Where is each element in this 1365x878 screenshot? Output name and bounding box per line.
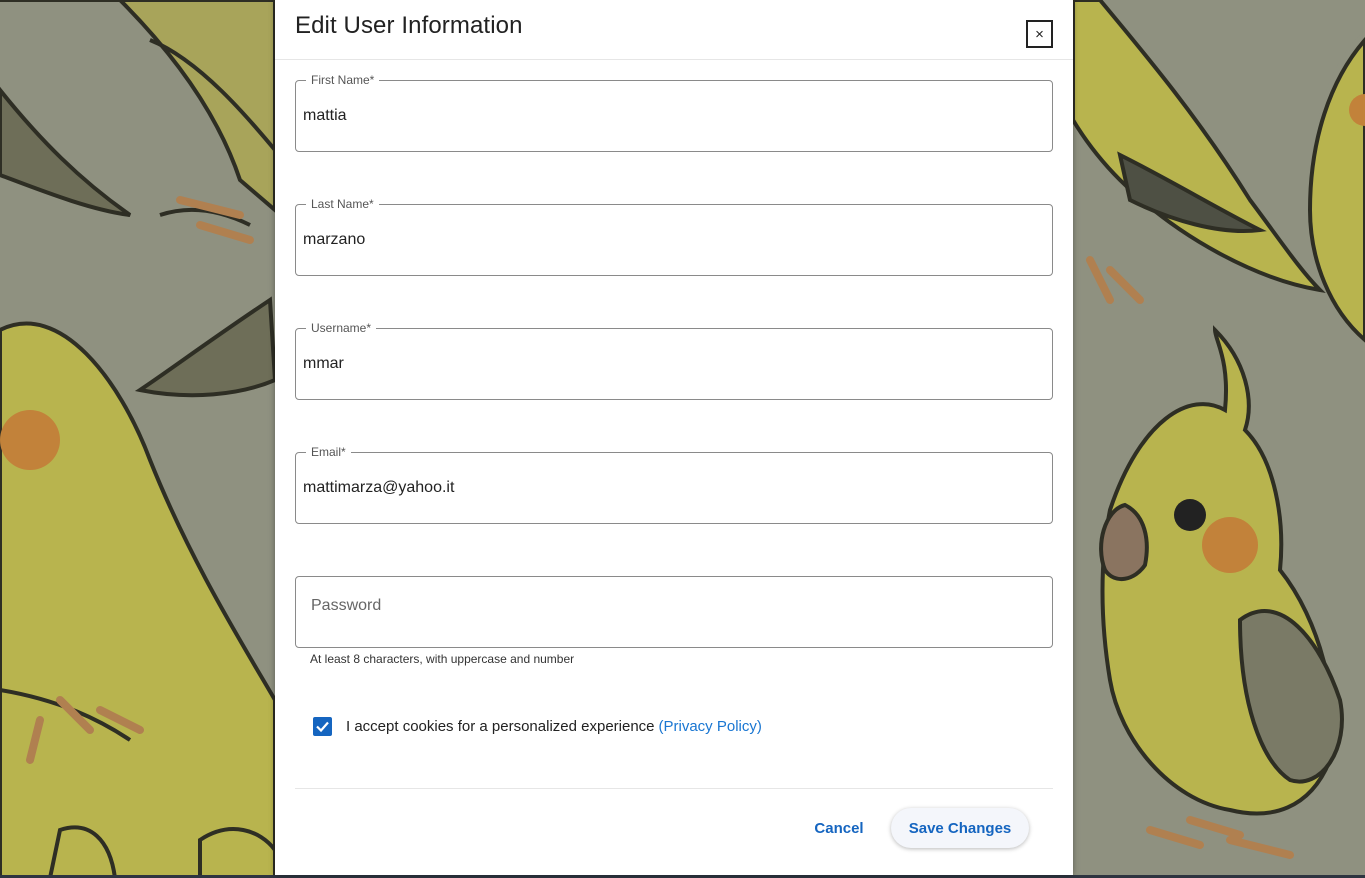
dialog-header: Edit User Information × [275, 0, 1073, 60]
cancel-button[interactable]: Cancel [803, 808, 875, 848]
email-input[interactable]: mattimarza@yahoo.it [303, 477, 454, 499]
footer-divider [295, 788, 1053, 789]
email-field[interactable]: Email* mattimarza@yahoo.it [295, 445, 1053, 524]
password-helper-text: At least 8 characters, with uppercase an… [310, 652, 575, 666]
last-name-label: Last Name* [306, 197, 379, 211]
username-input[interactable]: mmar [303, 353, 344, 375]
cookie-consent: I accept cookies for a personalized expe… [313, 717, 762, 736]
close-button[interactable]: × [1026, 20, 1053, 48]
privacy-policy-link[interactable]: (Privacy Policy) [659, 718, 762, 735]
check-icon [316, 721, 329, 733]
edit-user-dialog: Edit User Information × First Name* matt… [275, 0, 1073, 875]
email-label: Email* [306, 445, 351, 459]
last-name-field[interactable]: Last Name* marzano [295, 197, 1053, 276]
last-name-input[interactable]: marzano [303, 229, 365, 251]
cookie-consent-label: I accept cookies for a personalized expe… [346, 718, 655, 735]
close-icon: × [1035, 25, 1044, 43]
username-label: Username* [306, 321, 377, 335]
password-field[interactable]: Password [295, 576, 1053, 648]
first-name-field[interactable]: First Name* mattia [295, 73, 1053, 152]
cookie-consent-checkbox[interactable] [313, 717, 332, 736]
first-name-input[interactable]: mattia [303, 105, 347, 127]
username-field[interactable]: Username* mmar [295, 321, 1053, 400]
password-input[interactable]: Password [311, 595, 381, 617]
save-changes-button[interactable]: Save Changes [891, 808, 1029, 848]
dialog-title: Edit User Information [295, 12, 523, 39]
first-name-label: First Name* [306, 73, 380, 87]
